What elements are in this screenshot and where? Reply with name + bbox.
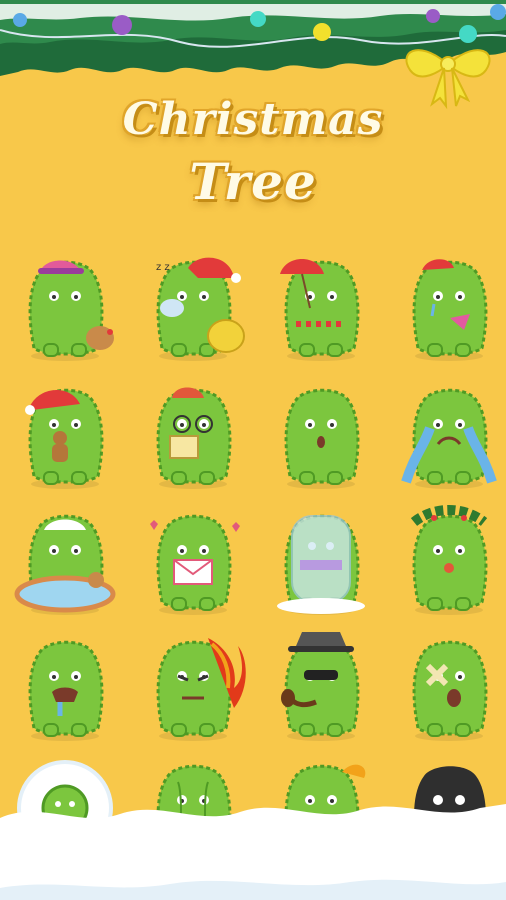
monster-frozen-icon (277, 514, 365, 615)
monster-holly-wreath-icon (410, 505, 488, 615)
sticker-monster-with-cap-and-reindeer[interactable] (10, 248, 120, 363)
monster-hot-tub-reindeer-icon (14, 514, 116, 615)
garland-light (313, 23, 331, 41)
garland-light (459, 25, 477, 43)
sticker-monster-surprised[interactable] (266, 376, 376, 491)
garland-light (112, 15, 132, 35)
garland-light (490, 4, 506, 20)
monster-love-letter-icon (150, 514, 240, 615)
sticker-monster-crying-tears[interactable] (394, 376, 504, 491)
snow-ground (0, 804, 506, 900)
garland-light (250, 11, 266, 27)
monster-bandaged-shocked-icon (412, 640, 488, 741)
sticker-monster-crying-drool[interactable] (10, 628, 120, 743)
monster-umbrella-icon (280, 259, 360, 361)
monster-gangster-pipe-icon (281, 632, 360, 741)
monster-crying-tears-icon (401, 388, 497, 489)
sticker-monster-umbrella[interactable] (266, 248, 376, 363)
title-line-christmas: Christmas (122, 94, 384, 145)
monster-glasses-singing-icon (156, 387, 232, 489)
sticker-pack-preview: Christmas Tree z z (0, 0, 506, 900)
sticker-monster-santa-gingerbread[interactable] (10, 376, 120, 491)
sticker-monster-sleeping-santa-hat[interactable]: z z (138, 248, 248, 363)
monster-with-cap-and-reindeer-icon (28, 260, 114, 361)
svg-text:z z: z z (156, 262, 170, 273)
sticker-monster-on-fire-angry[interactable] (138, 628, 248, 743)
sticker-monster-frozen[interactable] (266, 502, 376, 617)
sticker-monster-love-letter[interactable] (138, 502, 248, 617)
sticker-monster-crying-red-hat[interactable] (394, 248, 504, 363)
sticker-monster-hot-tub-reindeer[interactable] (10, 502, 120, 617)
sticker-monster-glasses-singing[interactable] (138, 376, 248, 491)
sticker-monster-bandaged-shocked[interactable] (394, 628, 504, 743)
garland-light (426, 9, 440, 23)
sticker-monster-holly-wreath[interactable] (394, 502, 504, 617)
title-banner: Christmas Tree (0, 86, 506, 236)
monster-surprised-icon (284, 388, 360, 489)
monster-on-fire-angry-icon (156, 638, 246, 741)
monster-sleeping-santa-hat-icon: z z (156, 257, 245, 361)
monster-santa-gingerbread-icon (25, 388, 104, 489)
title-line-tree: Tree (189, 152, 317, 211)
sticker-monster-gangster-pipe[interactable] (266, 628, 376, 743)
monster-crying-drool-icon (28, 640, 104, 741)
monster-crying-red-hat-icon (412, 259, 488, 361)
garland-light (13, 13, 27, 27)
